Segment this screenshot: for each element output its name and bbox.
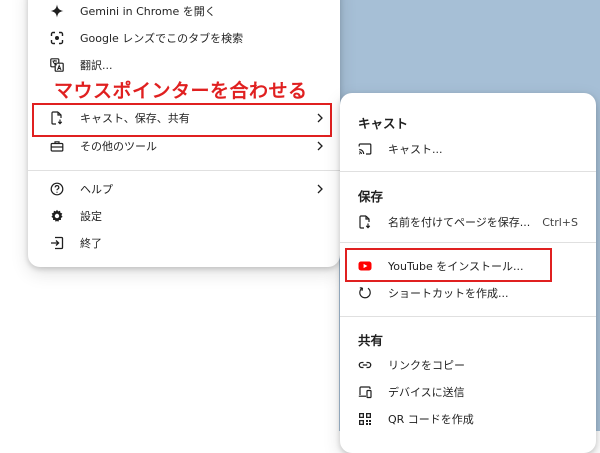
submenu-item-label: キャスト...	[388, 143, 443, 156]
keyboard-shortcut: Ctrl+S	[542, 215, 578, 229]
submenu-divider	[340, 171, 596, 172]
lens-icon	[50, 31, 64, 45]
submenu-item-copy-link[interactable]: リンクをコピー	[358, 352, 578, 378]
menu-item-label: 終了	[80, 237, 102, 250]
gear-icon	[50, 209, 64, 223]
section-title-save: 保存	[358, 189, 384, 204]
submenu-item-label: QR コードを作成	[388, 413, 474, 426]
toolbox-icon	[50, 139, 64, 153]
submenu-divider	[340, 316, 596, 317]
submenu-item-label: ショートカットを作成...	[388, 287, 509, 300]
submenu-item-label: デバイスに送信	[388, 386, 465, 399]
devices-icon	[358, 385, 372, 399]
menu-item-exit[interactable]: 終了	[50, 230, 324, 256]
menu-item-help[interactable]: ヘルプ	[50, 176, 324, 202]
menu-item-google-lens[interactable]: Google レンズでこのタブを検索	[50, 25, 324, 51]
save-page-icon	[358, 215, 372, 229]
cast-icon	[358, 142, 372, 156]
exit-icon	[50, 236, 64, 250]
submenu-item-create-shortcut[interactable]: ショートカットを作成...	[358, 280, 578, 306]
menu-item-label: ヘルプ	[80, 183, 113, 196]
shortcut-icon	[358, 286, 372, 300]
submenu-item-label: リンクをコピー	[388, 359, 465, 372]
chevron-right-icon	[317, 141, 323, 151]
menu-item-label: Gemini in Chrome を開く	[80, 5, 216, 18]
submenu-item-send-to-devices[interactable]: デバイスに送信	[358, 379, 578, 405]
submenu-divider	[340, 242, 596, 243]
menu-item-label: その他のツール	[80, 140, 157, 153]
section-title-share: 共有	[358, 333, 384, 348]
submenu-item-label: 名前を付けてページを保存...	[388, 216, 531, 229]
section-title-cast: キャスト	[358, 116, 409, 131]
qr-code-icon	[358, 412, 372, 426]
menu-item-label: Google レンズでこのタブを検索	[80, 32, 244, 45]
submenu-item-cast[interactable]: キャスト...	[358, 136, 578, 162]
highlight-box-install-youtube	[345, 248, 552, 282]
submenu-item-save-page[interactable]: 名前を付けてページを保存... Ctrl+S	[358, 209, 578, 235]
sparkle-icon	[50, 4, 64, 18]
help-icon	[50, 182, 64, 196]
highlight-box-cast-save-share	[32, 103, 332, 137]
translate-icon	[50, 58, 64, 72]
menu-item-settings[interactable]: 設定	[50, 203, 324, 229]
chevron-right-icon	[317, 184, 323, 194]
menu-item-gemini[interactable]: Gemini in Chrome を開く	[50, 0, 324, 24]
submenu-item-create-qr-code[interactable]: QR コードを作成	[358, 406, 578, 432]
link-icon	[358, 358, 372, 372]
menu-divider	[28, 170, 340, 171]
menu-item-translate[interactable]: 翻訳...	[50, 52, 324, 78]
menu-item-label: 設定	[80, 210, 102, 223]
annotation-callout: マウスポインターを合わせる	[54, 80, 308, 102]
menu-item-label: 翻訳...	[80, 59, 113, 72]
